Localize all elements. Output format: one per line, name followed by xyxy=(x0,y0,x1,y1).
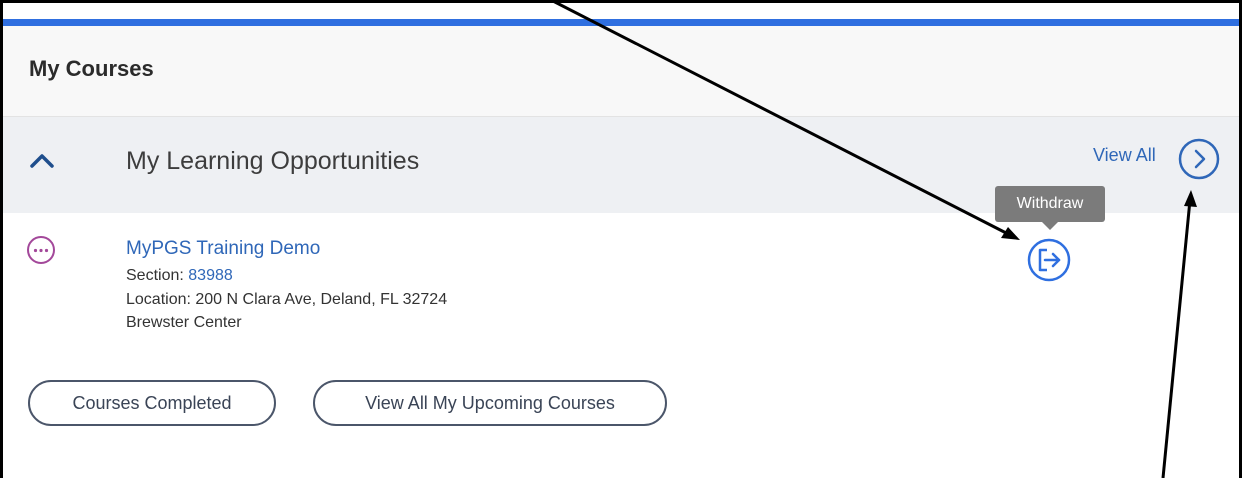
courses-completed-button[interactable]: Courses Completed xyxy=(28,380,276,426)
course-location: Location: 200 N Clara Ave, Deland, FL 32… xyxy=(126,291,448,308)
course-section-number[interactable]: 83988 xyxy=(188,267,233,284)
course-section-label: Section: xyxy=(126,267,189,284)
chevron-right-circle-icon[interactable] xyxy=(1177,137,1221,181)
course-list-item: MyPGS Training Demo Section: 83988 Locat… xyxy=(3,213,1239,363)
withdraw-icon[interactable] xyxy=(1026,237,1072,283)
card-top-accent-bar xyxy=(3,19,1239,26)
section-title: My Learning Opportunities xyxy=(126,147,420,175)
withdraw-tooltip: Withdraw xyxy=(995,186,1105,222)
card-header: My Courses xyxy=(3,26,1239,117)
course-title-link[interactable]: MyPGS Training Demo xyxy=(126,238,320,260)
view-all-link[interactable]: View All xyxy=(1093,145,1156,166)
card-title: My Courses xyxy=(29,56,154,81)
more-options-icon[interactable] xyxy=(26,235,56,265)
tooltip-tail xyxy=(1042,222,1058,230)
course-section: Section: 83988 xyxy=(126,267,233,285)
view-all-upcoming-courses-button[interactable]: View All My Upcoming Courses xyxy=(313,380,667,426)
course-venue: Brewster Center xyxy=(126,314,242,331)
chevron-up-icon[interactable] xyxy=(28,150,56,170)
